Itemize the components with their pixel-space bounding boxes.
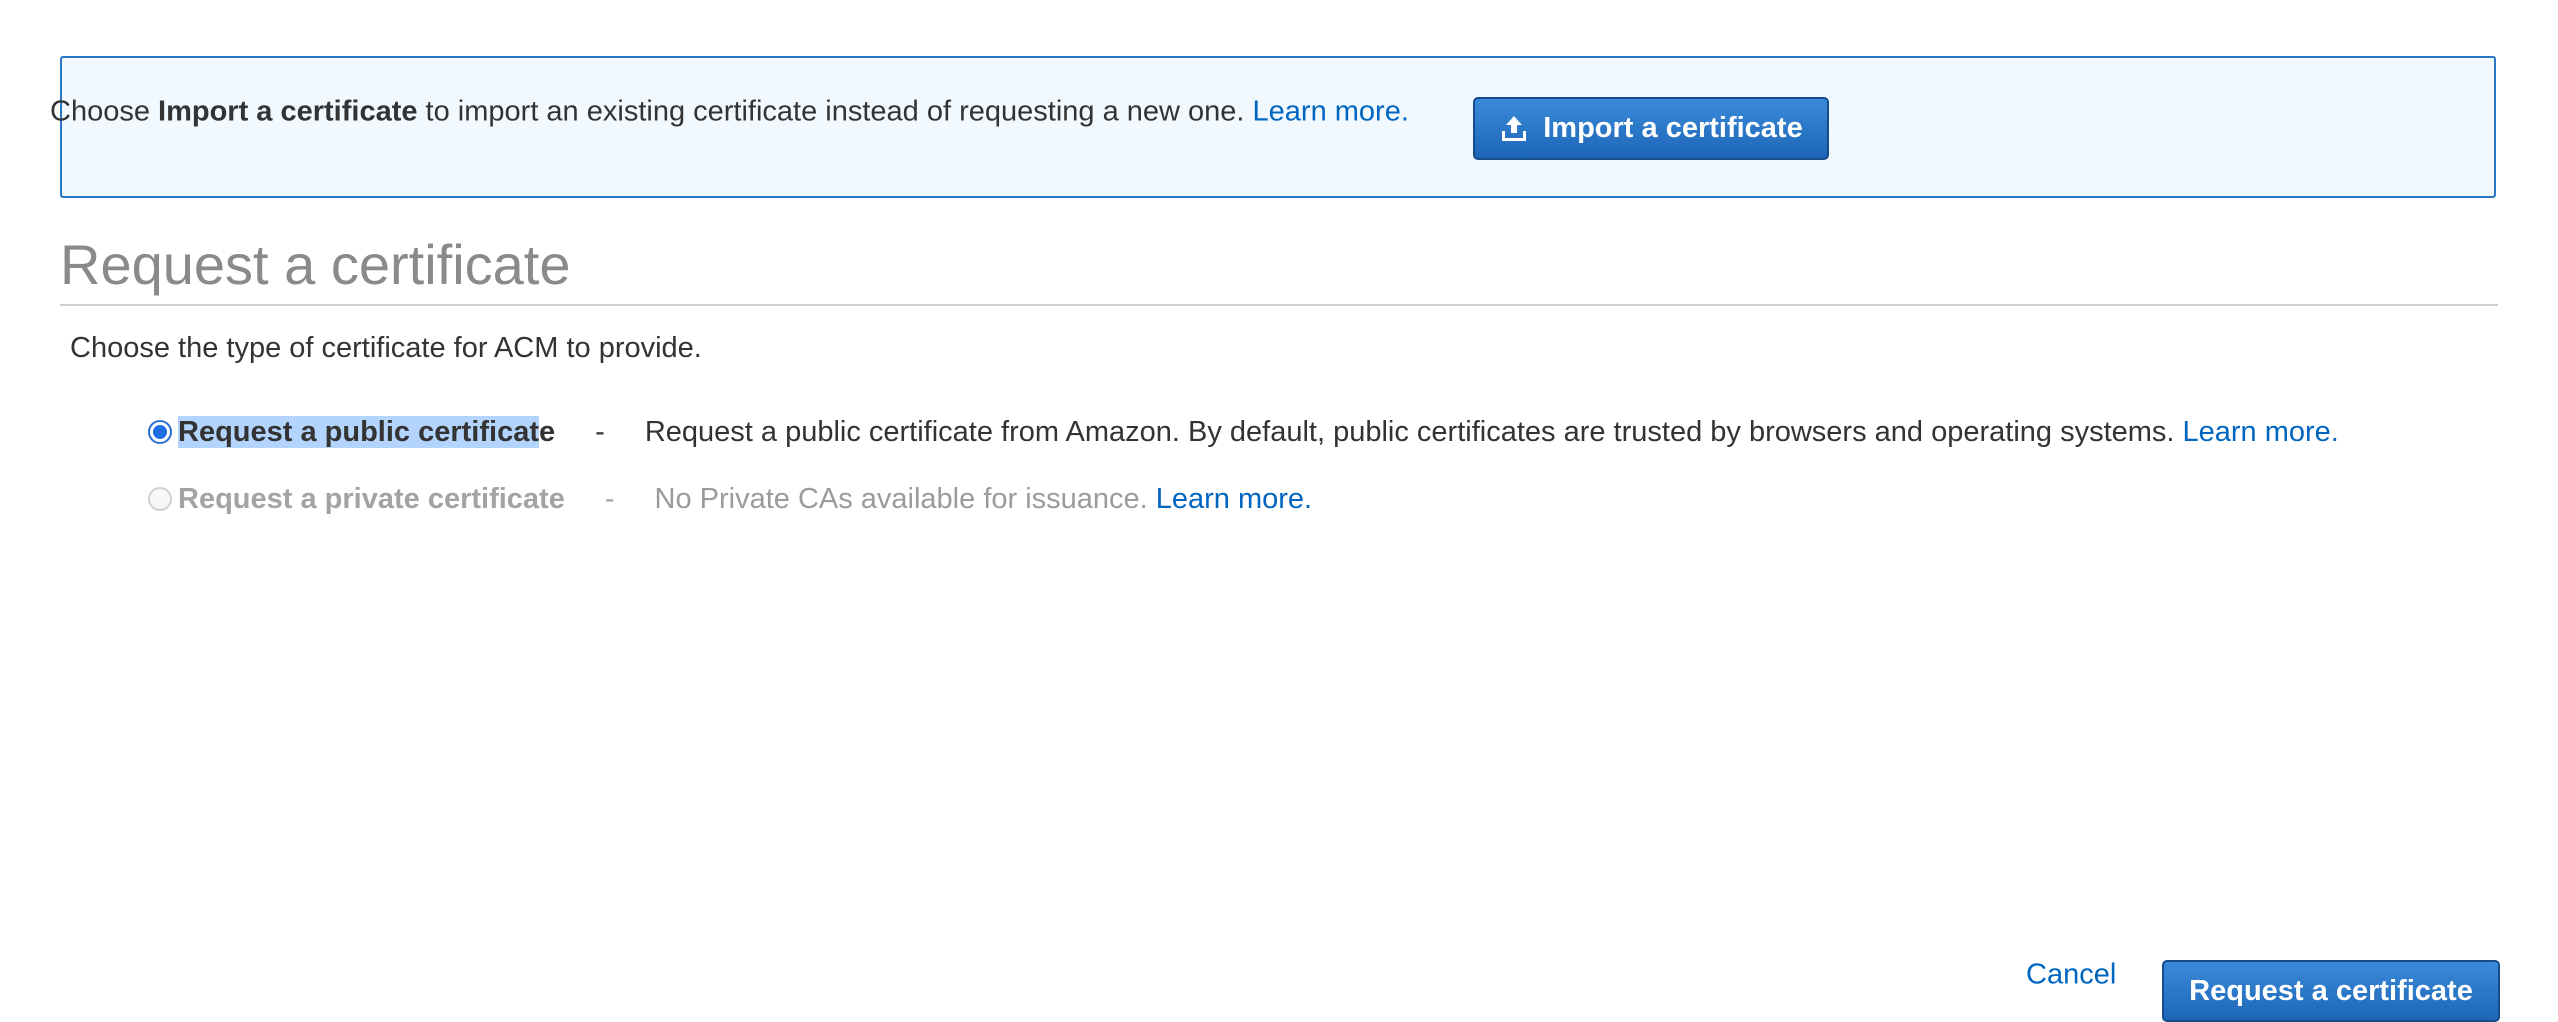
banner-learn-more-link[interactable]: Learn more. bbox=[1253, 96, 1409, 128]
private-certificate-label: Request a private certificate bbox=[178, 482, 565, 515]
import-info-text: Choose Import a certificate to import an… bbox=[50, 96, 1409, 129]
private-certificate-description: No Private CAs available for issuance. bbox=[654, 482, 1148, 515]
public-certificate-learn-more-link[interactable]: Learn more. bbox=[2182, 416, 2338, 449]
upload-icon bbox=[1499, 114, 1529, 144]
public-certificate-radio[interactable] bbox=[148, 420, 172, 444]
request-certificate-page: Choose Import a certificate to import an… bbox=[0, 0, 2558, 1022]
import-certificate-button-label: Import a certificate bbox=[1543, 112, 1803, 144]
public-certificate-description: Request a public certificate from Amazon… bbox=[644, 415, 2175, 448]
cancel-button[interactable]: Cancel bbox=[2026, 959, 2116, 992]
private-certificate-radio bbox=[148, 487, 172, 511]
public-certificate-label[interactable]: Request a public certificate bbox=[178, 415, 556, 449]
title-divider bbox=[60, 304, 2498, 306]
banner-text-prefix: Choose bbox=[50, 95, 159, 128]
import-certificate-button[interactable]: Import a certificate bbox=[1473, 97, 1829, 160]
banner-text-bold: Import a certificate bbox=[158, 95, 418, 128]
option-separator: - bbox=[595, 415, 605, 448]
option-separator: - bbox=[604, 482, 615, 515]
private-certificate-learn-more-link[interactable]: Learn more. bbox=[1156, 483, 1312, 516]
request-certificate-button[interactable]: Request a certificate bbox=[2162, 960, 2500, 1022]
request-certificate-button-label: Request a certificate bbox=[2189, 974, 2473, 1007]
page-subtitle: Choose the type of certificate for ACM t… bbox=[70, 332, 702, 364]
option-private-certificate: Request a private certificate - No Priva… bbox=[148, 477, 1312, 521]
banner-text-suffix: to import an existing certificate instea… bbox=[417, 95, 1253, 128]
public-certificate-label-rest: e bbox=[539, 415, 556, 448]
public-certificate-label-selected-text: Request a public certificat bbox=[178, 415, 539, 448]
page-title: Request a certificate bbox=[60, 233, 571, 296]
option-public-certificate[interactable]: Request a public certificate - Request a… bbox=[148, 410, 2339, 454]
